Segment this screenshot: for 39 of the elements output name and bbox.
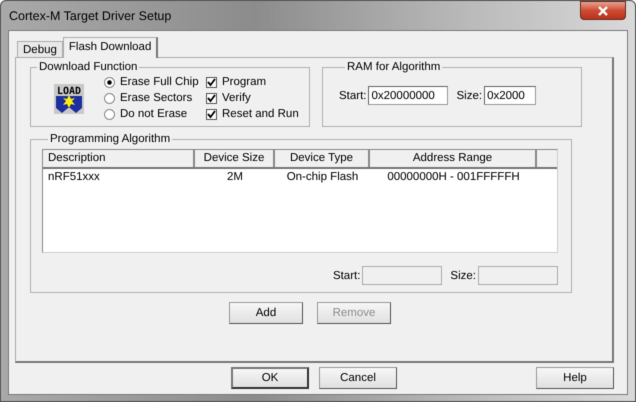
checkbox[interactable] <box>206 108 217 120</box>
window-title: Cortex-M Target Driver Setup <box>9 8 172 22</box>
column-header[interactable]: Description <box>43 150 195 167</box>
group-title: Programming Algorithm <box>49 133 172 145</box>
radio-button[interactable] <box>104 108 115 120</box>
checkbox-label: Verify <box>222 92 251 104</box>
tab[interactable]: Flash Download <box>62 37 158 58</box>
checkbox-label: Program <box>222 76 266 88</box>
column-header[interactable]: Address Range <box>370 150 537 167</box>
field-label: Start: <box>332 270 360 282</box>
checkbox-label: Reset and Run <box>222 108 299 120</box>
table-cell-text: On-chip Flash <box>286 170 360 185</box>
button[interactable]: Cancel <box>319 367 397 389</box>
field-label: Size: <box>456 90 482 102</box>
close-icon <box>597 6 609 16</box>
start-field[interactable]: 0x20000000 <box>368 86 448 105</box>
close-button[interactable] <box>580 1 626 20</box>
table-cell-text: 00000000H - 001FFFFFH <box>386 170 521 185</box>
table-cell-text: 2M <box>226 170 244 185</box>
column-header[interactable]: Device Size <box>195 150 275 167</box>
group-title: Download Function <box>38 61 138 73</box>
checkbox[interactable] <box>206 92 217 104</box>
tab[interactable]: Debug <box>17 41 63 57</box>
field-label: Size: <box>450 270 476 282</box>
button[interactable]: Add <box>229 302 303 324</box>
checkbox[interactable] <box>206 76 217 88</box>
radio-label: Do not Erase <box>120 108 188 120</box>
size-field[interactable]: 0x2000 <box>484 86 536 105</box>
radio-label: Erase Sectors <box>120 92 192 104</box>
radio-button[interactable] <box>104 92 115 104</box>
button[interactable]: Help <box>536 367 614 389</box>
column-header[interactable]: Device Type <box>275 150 370 167</box>
table-cell-text: nRF51xxx <box>47 170 101 185</box>
load-icon: LOAD <box>54 84 84 114</box>
radio-button[interactable] <box>104 76 115 88</box>
button[interactable]: OK <box>231 367 309 389</box>
group-title: RAM for Algorithm <box>346 61 442 73</box>
field-label: Start: <box>339 90 366 102</box>
radio-label: Erase Full Chip <box>120 76 199 88</box>
